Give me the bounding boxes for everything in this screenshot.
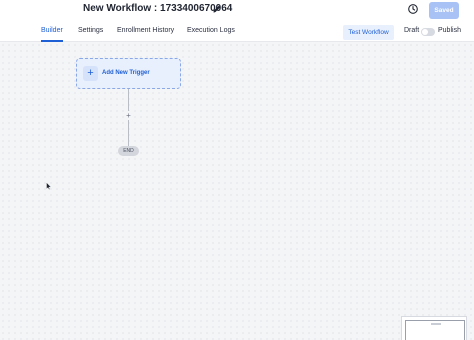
mouse-cursor-icon (46, 182, 52, 190)
add-trigger-label: Add New Trigger (102, 70, 150, 76)
toggle-knob (422, 29, 428, 35)
workflow-header: New Workflow : 1733400670064 Saved (0, 0, 474, 22)
end-node: END (118, 146, 139, 156)
clock-history-icon[interactable] (407, 3, 419, 15)
saved-button[interactable]: Saved (429, 2, 459, 19)
publish-toggle[interactable] (421, 28, 435, 36)
tab-bar: Builder Settings Enrollment History Exec… (0, 22, 474, 42)
tab-execution-logs[interactable]: Execution Logs (187, 27, 235, 34)
tab-settings[interactable]: Settings (78, 27, 103, 34)
tab-enrollment-history[interactable]: Enrollment History (117, 27, 174, 34)
workflow-title: New Workflow : 1733400670064 (83, 3, 233, 14)
plus-icon: + (83, 66, 98, 81)
publish-label: Publish (438, 27, 461, 34)
test-workflow-button[interactable]: Test Workflow (343, 25, 394, 40)
tab-builder[interactable]: Builder (41, 27, 63, 34)
minimap-node (431, 323, 441, 325)
add-trigger-node[interactable]: + Add New Trigger (76, 58, 181, 89)
canvas-minimap[interactable] (401, 316, 467, 340)
draft-label: Draft (404, 27, 420, 34)
add-step-button[interactable]: + (124, 111, 133, 120)
workflow-canvas[interactable]: + Add New Trigger + END (0, 42, 474, 340)
pencil-icon[interactable] (212, 4, 222, 14)
minimap-viewport[interactable] (405, 320, 465, 340)
